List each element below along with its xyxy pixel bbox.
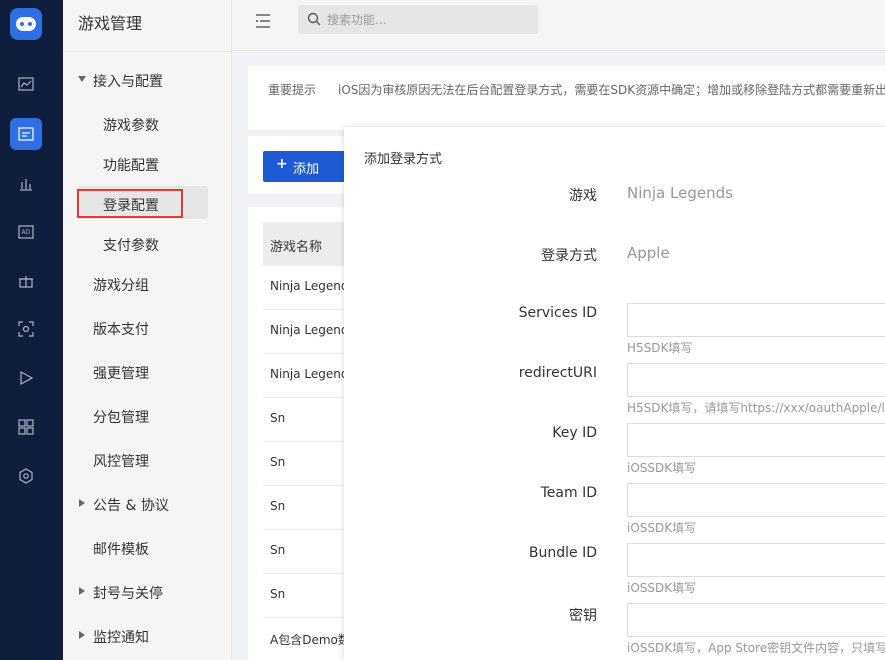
table-cell: Ninja Legends [270, 279, 355, 293]
menu-icon[interactable] [256, 13, 274, 29]
services-id-hint: H5SDK填写 [627, 341, 693, 355]
notice-banner: 重要提示 iOS因为审核原因无法在后台配置登录方式，需要在SDK资源中确定；增加… [248, 66, 885, 130]
top-bar: 搜索功能... [232, 0, 885, 51]
sidebar-subitem-login-config[interactable]: 登录配置 [103, 195, 159, 215]
game-card-icon[interactable] [10, 118, 42, 150]
settings-icon[interactable] [10, 460, 42, 492]
table-cell: Ninja Legends [270, 323, 355, 337]
notice-text: iOS因为审核原因无法在后台配置登录方式，需要在SDK资源中确定；增加或移除登陆… [338, 83, 885, 97]
bundle-id-label: Bundle ID [528, 545, 597, 561]
game-value: Ninja Legends [627, 184, 733, 202]
table-cell: Sn [270, 455, 286, 469]
scan-icon[interactable] [10, 313, 42, 345]
team-id-hint: iOSSDK填写 [627, 521, 697, 535]
notice-label: 重要提示 [268, 83, 317, 97]
ad-icon[interactable]: AD [10, 216, 42, 248]
search-input[interactable]: 搜索功能... [298, 5, 538, 34]
table-cell: Sn [270, 411, 286, 425]
bar-chart-icon[interactable] [10, 168, 42, 200]
column-header-game-name: 游戏名称 [270, 240, 323, 255]
sidebar-item-package-management[interactable]: 分包管理 [93, 407, 149, 427]
secret-key-label: 密钥 [569, 608, 597, 624]
add-button[interactable]: + 添加 [263, 151, 348, 182]
services-id-label: Services ID [518, 305, 597, 321]
svg-text:AD: AD [22, 229, 31, 236]
bundle-id-hint: iOSSDK填写 [627, 581, 697, 595]
search-placeholder: 搜索功能... [327, 13, 387, 27]
sidebar-item-access-config[interactable]: 接入与配置 [78, 71, 163, 91]
add-login-method-dialog: 添加登录方式 游戏 Ninja Legends 登录方式 Apple Servi… [344, 127, 885, 660]
sidebar-title: 游戏管理 [78, 14, 143, 33]
sidebar-subitem-game-params[interactable]: 游戏参数 [103, 115, 159, 135]
key-id-hint: iOSSDK填写 [627, 461, 697, 475]
redirect-uri-input[interactable] [627, 363, 885, 397]
key-id-label: Key ID [552, 425, 597, 441]
redirect-uri-label: redirectURI [518, 365, 597, 381]
secret-key-hint: iOSSDK填写，App Store密钥文件内容，只填写 [627, 641, 885, 655]
play-icon[interactable] [10, 362, 42, 394]
icon-rail: AD [0, 0, 63, 660]
dialog-title: 添加登录方式 [364, 152, 443, 167]
add-button-label: 添加 [293, 162, 320, 177]
gift-icon[interactable] [10, 265, 42, 297]
services-id-input[interactable] [627, 303, 885, 337]
team-id-label: Team ID [540, 485, 597, 501]
sidebar-item-mail-templates[interactable]: 邮件模板 [93, 539, 149, 559]
sidebar-subitem-feature-config[interactable]: 功能配置 [103, 155, 159, 175]
game-label: 游戏 [569, 188, 597, 204]
sidebar-item-monitor-alerts[interactable]: 监控通知 [79, 627, 149, 647]
login-method-label: 登录方式 [541, 248, 597, 264]
table-cell: Sn [270, 587, 286, 601]
key-id-input[interactable] [627, 423, 885, 457]
dashboard-icon[interactable] [10, 68, 42, 100]
sidebar-item-risk-control[interactable]: 风控管理 [93, 451, 149, 471]
gamepad-icon[interactable] [10, 8, 42, 40]
grid-icon[interactable] [10, 411, 42, 443]
sidebar-item-version-payment[interactable]: 版本支付 [93, 319, 149, 339]
sidebar-item-force-update[interactable]: 强更管理 [93, 363, 149, 383]
sidebar-subitem-payment-params[interactable]: 支付参数 [103, 235, 159, 255]
table-cell: Ninja Legends [270, 367, 355, 381]
team-id-input[interactable] [627, 483, 885, 517]
login-method-value: Apple [627, 244, 670, 262]
sidebar-item-announcements[interactable]: 公告 & 协议 [79, 495, 169, 515]
redirect-uri-hint: H5SDK填写，请填写https://xxx/oauthApple/lo [627, 401, 885, 415]
search-icon [307, 12, 321, 26]
secret-key-input[interactable] [627, 603, 885, 637]
bundle-id-input[interactable] [627, 543, 885, 577]
sidebar-item-ban-shutdown[interactable]: 封号与关停 [79, 583, 163, 603]
divider [63, 51, 232, 52]
table-cell: Sn [270, 499, 286, 513]
sidebar: 游戏管理 接入与配置 游戏参数 功能配置 登录配置 支付参数 游戏分组 版本支付… [63, 0, 232, 660]
table-cell: A包含Demo数 [270, 633, 350, 647]
plus-icon: + [276, 156, 288, 172]
sidebar-item-game-groups[interactable]: 游戏分组 [93, 275, 149, 295]
table-cell: Sn [270, 543, 286, 557]
